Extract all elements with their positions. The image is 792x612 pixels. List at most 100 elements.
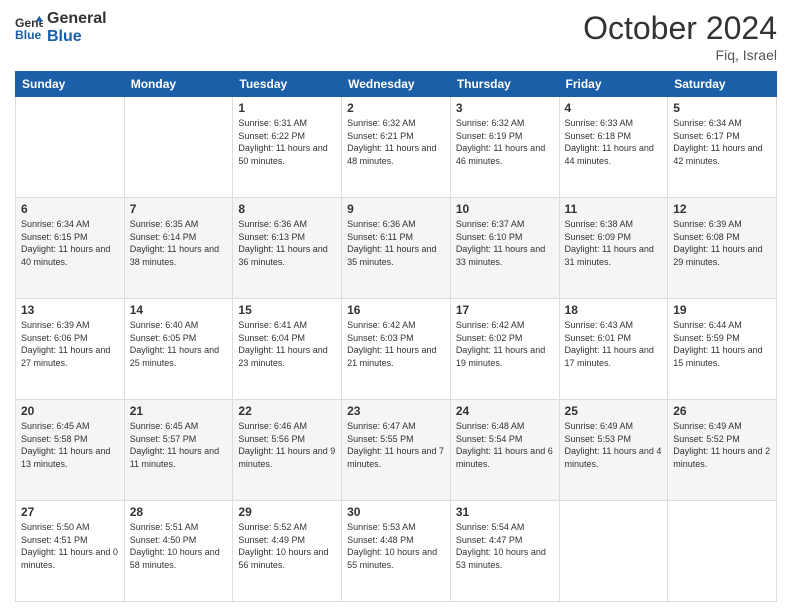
calendar-cell: 12 Sunrise: 6:39 AMSunset: 6:08 PMDaylig…	[668, 198, 777, 299]
day-info: Sunrise: 6:31 AMSunset: 6:22 PMDaylight:…	[238, 117, 336, 167]
calendar-cell: 6 Sunrise: 6:34 AMSunset: 6:15 PMDayligh…	[16, 198, 125, 299]
logo: General Blue General Blue	[15, 10, 107, 45]
day-number: 22	[238, 404, 336, 418]
day-info: Sunrise: 5:54 AMSunset: 4:47 PMDaylight:…	[456, 521, 554, 571]
calendar-cell: 24 Sunrise: 6:48 AMSunset: 5:54 PMDaylig…	[450, 400, 559, 501]
calendar-cell: 30 Sunrise: 5:53 AMSunset: 4:48 PMDaylig…	[342, 501, 451, 602]
day-number: 8	[238, 202, 336, 216]
weekday-header: Monday	[124, 72, 233, 97]
day-number: 21	[130, 404, 228, 418]
calendar-cell: 4 Sunrise: 6:33 AMSunset: 6:18 PMDayligh…	[559, 97, 668, 198]
day-info: Sunrise: 6:40 AMSunset: 6:05 PMDaylight:…	[130, 319, 228, 369]
day-info: Sunrise: 6:46 AMSunset: 5:56 PMDaylight:…	[238, 420, 336, 470]
day-info: Sunrise: 6:32 AMSunset: 6:19 PMDaylight:…	[456, 117, 554, 167]
calendar-cell: 15 Sunrise: 6:41 AMSunset: 6:04 PMDaylig…	[233, 299, 342, 400]
day-info: Sunrise: 5:53 AMSunset: 4:48 PMDaylight:…	[347, 521, 445, 571]
day-number: 13	[21, 303, 119, 317]
day-info: Sunrise: 6:39 AMSunset: 6:06 PMDaylight:…	[21, 319, 119, 369]
calendar-cell: 23 Sunrise: 6:47 AMSunset: 5:55 PMDaylig…	[342, 400, 451, 501]
page: General Blue General Blue October 2024 F…	[0, 0, 792, 612]
day-info: Sunrise: 6:34 AMSunset: 6:15 PMDaylight:…	[21, 218, 119, 268]
day-info: Sunrise: 6:36 AMSunset: 6:11 PMDaylight:…	[347, 218, 445, 268]
calendar-cell: 28 Sunrise: 5:51 AMSunset: 4:50 PMDaylig…	[124, 501, 233, 602]
day-number: 25	[565, 404, 663, 418]
svg-text:Blue: Blue	[15, 28, 42, 42]
calendar-cell: 26 Sunrise: 6:49 AMSunset: 5:52 PMDaylig…	[668, 400, 777, 501]
day-info: Sunrise: 6:37 AMSunset: 6:10 PMDaylight:…	[456, 218, 554, 268]
day-number: 7	[130, 202, 228, 216]
calendar-cell: 17 Sunrise: 6:42 AMSunset: 6:02 PMDaylig…	[450, 299, 559, 400]
day-number: 18	[565, 303, 663, 317]
calendar-cell: 31 Sunrise: 5:54 AMSunset: 4:47 PMDaylig…	[450, 501, 559, 602]
day-info: Sunrise: 6:44 AMSunset: 5:59 PMDaylight:…	[673, 319, 771, 369]
day-number: 2	[347, 101, 445, 115]
title-area: October 2024 Fiq, Israel	[583, 10, 777, 63]
day-number: 19	[673, 303, 771, 317]
calendar-cell: 22 Sunrise: 6:46 AMSunset: 5:56 PMDaylig…	[233, 400, 342, 501]
day-info: Sunrise: 6:47 AMSunset: 5:55 PMDaylight:…	[347, 420, 445, 470]
day-number: 11	[565, 202, 663, 216]
day-number: 29	[238, 505, 336, 519]
weekday-header: Sunday	[16, 72, 125, 97]
calendar-cell	[668, 501, 777, 602]
day-number: 20	[21, 404, 119, 418]
location: Fiq, Israel	[583, 47, 777, 63]
day-number: 14	[130, 303, 228, 317]
day-number: 9	[347, 202, 445, 216]
calendar-cell: 21 Sunrise: 6:45 AMSunset: 5:57 PMDaylig…	[124, 400, 233, 501]
day-info: Sunrise: 6:38 AMSunset: 6:09 PMDaylight:…	[565, 218, 663, 268]
calendar-cell: 10 Sunrise: 6:37 AMSunset: 6:10 PMDaylig…	[450, 198, 559, 299]
day-number: 1	[238, 101, 336, 115]
day-info: Sunrise: 6:45 AMSunset: 5:57 PMDaylight:…	[130, 420, 228, 470]
day-info: Sunrise: 6:35 AMSunset: 6:14 PMDaylight:…	[130, 218, 228, 268]
calendar-cell: 9 Sunrise: 6:36 AMSunset: 6:11 PMDayligh…	[342, 198, 451, 299]
calendar-table: SundayMondayTuesdayWednesdayThursdayFrid…	[15, 71, 777, 602]
day-number: 26	[673, 404, 771, 418]
calendar-cell: 5 Sunrise: 6:34 AMSunset: 6:17 PMDayligh…	[668, 97, 777, 198]
day-number: 24	[456, 404, 554, 418]
day-info: Sunrise: 6:41 AMSunset: 6:04 PMDaylight:…	[238, 319, 336, 369]
day-info: Sunrise: 6:48 AMSunset: 5:54 PMDaylight:…	[456, 420, 554, 470]
calendar-cell: 2 Sunrise: 6:32 AMSunset: 6:21 PMDayligh…	[342, 97, 451, 198]
weekday-header: Friday	[559, 72, 668, 97]
day-info: Sunrise: 5:52 AMSunset: 4:49 PMDaylight:…	[238, 521, 336, 571]
day-info: Sunrise: 6:36 AMSunset: 6:13 PMDaylight:…	[238, 218, 336, 268]
day-number: 28	[130, 505, 228, 519]
calendar-cell: 3 Sunrise: 6:32 AMSunset: 6:19 PMDayligh…	[450, 97, 559, 198]
day-info: Sunrise: 6:49 AMSunset: 5:53 PMDaylight:…	[565, 420, 663, 470]
day-info: Sunrise: 6:42 AMSunset: 6:03 PMDaylight:…	[347, 319, 445, 369]
day-info: Sunrise: 5:50 AMSunset: 4:51 PMDaylight:…	[21, 521, 119, 571]
day-info: Sunrise: 6:33 AMSunset: 6:18 PMDaylight:…	[565, 117, 663, 167]
calendar-cell: 20 Sunrise: 6:45 AMSunset: 5:58 PMDaylig…	[16, 400, 125, 501]
calendar-cell: 16 Sunrise: 6:42 AMSunset: 6:03 PMDaylig…	[342, 299, 451, 400]
calendar-cell: 14 Sunrise: 6:40 AMSunset: 6:05 PMDaylig…	[124, 299, 233, 400]
day-number: 6	[21, 202, 119, 216]
day-number: 15	[238, 303, 336, 317]
day-number: 23	[347, 404, 445, 418]
weekday-header: Tuesday	[233, 72, 342, 97]
logo-line1: General	[47, 10, 107, 28]
calendar-cell: 11 Sunrise: 6:38 AMSunset: 6:09 PMDaylig…	[559, 198, 668, 299]
weekday-header: Thursday	[450, 72, 559, 97]
calendar-cell	[124, 97, 233, 198]
day-number: 5	[673, 101, 771, 115]
calendar-cell	[16, 97, 125, 198]
day-number: 30	[347, 505, 445, 519]
calendar-cell: 27 Sunrise: 5:50 AMSunset: 4:51 PMDaylig…	[16, 501, 125, 602]
day-info: Sunrise: 6:45 AMSunset: 5:58 PMDaylight:…	[21, 420, 119, 470]
calendar-cell: 13 Sunrise: 6:39 AMSunset: 6:06 PMDaylig…	[16, 299, 125, 400]
day-info: Sunrise: 5:51 AMSunset: 4:50 PMDaylight:…	[130, 521, 228, 571]
day-info: Sunrise: 6:42 AMSunset: 6:02 PMDaylight:…	[456, 319, 554, 369]
weekday-header: Wednesday	[342, 72, 451, 97]
calendar-cell	[559, 501, 668, 602]
calendar-cell: 1 Sunrise: 6:31 AMSunset: 6:22 PMDayligh…	[233, 97, 342, 198]
day-info: Sunrise: 6:32 AMSunset: 6:21 PMDaylight:…	[347, 117, 445, 167]
day-info: Sunrise: 6:43 AMSunset: 6:01 PMDaylight:…	[565, 319, 663, 369]
calendar-cell: 7 Sunrise: 6:35 AMSunset: 6:14 PMDayligh…	[124, 198, 233, 299]
logo-line2: Blue	[47, 28, 107, 46]
header: General Blue General Blue October 2024 F…	[15, 10, 777, 63]
day-number: 31	[456, 505, 554, 519]
day-info: Sunrise: 6:49 AMSunset: 5:52 PMDaylight:…	[673, 420, 771, 470]
day-number: 17	[456, 303, 554, 317]
day-number: 16	[347, 303, 445, 317]
